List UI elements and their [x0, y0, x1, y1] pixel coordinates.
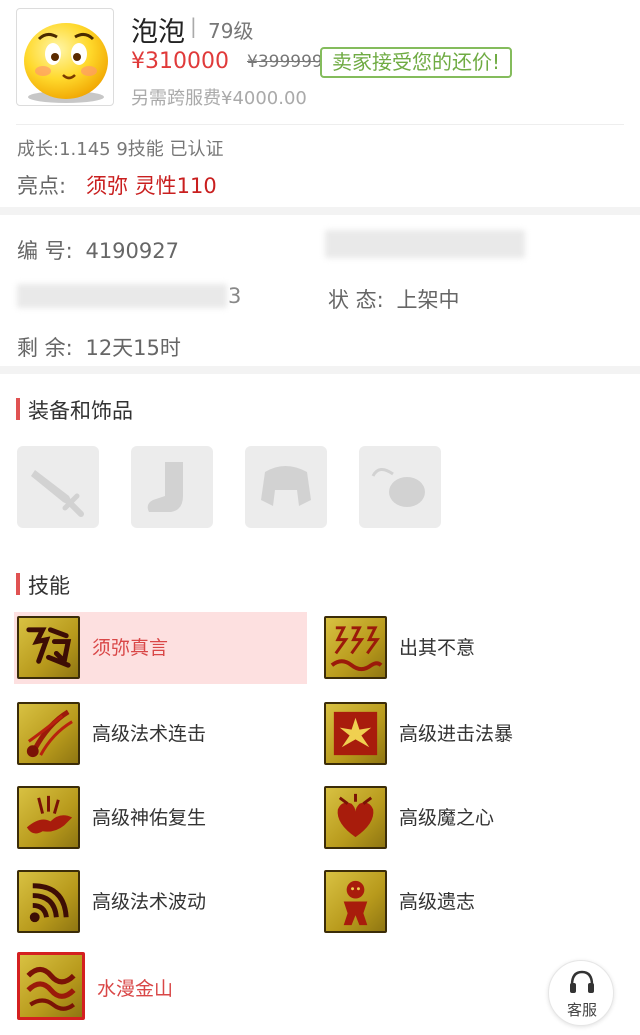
- weapon-slot[interactable]: [17, 446, 99, 528]
- accessory-slot[interactable]: [359, 446, 441, 528]
- armor-slot[interactable]: [245, 446, 327, 528]
- pet-avatar[interactable]: [16, 8, 114, 106]
- headset-icon: [570, 970, 594, 993]
- growth-info: 成长:1.145 9技能 已认证: [17, 139, 224, 160]
- boot-icon: [147, 462, 183, 512]
- counter-offer-badge[interactable]: 卖家接受您的还价!: [320, 47, 513, 78]
- redacted-tail: 3: [228, 284, 242, 308]
- listing-id-value: 4190927: [85, 239, 179, 263]
- phoenix-icon: [17, 786, 80, 849]
- skill-name: 高级神佑复生: [92, 807, 207, 829]
- status-label: 状 态:: [328, 288, 384, 312]
- water-icon: [17, 952, 85, 1020]
- skill-item[interactable]: 水漫金山: [14, 950, 304, 1020]
- current-price: ¥310000: [131, 49, 229, 74]
- remaining-value: 12天15时: [85, 336, 181, 360]
- skill-name: 高级法术波动: [92, 891, 207, 913]
- listing-status: 状 态: 上架中: [328, 284, 459, 314]
- pet-header: 泡泡 | 79级 ¥310000 ¥399999 卖家接受您的还价! 另需跨服费…: [0, 0, 640, 210]
- skill-item[interactable]: 高级进击法暴: [321, 698, 611, 768]
- remaining-label: 剩 余:: [17, 336, 73, 360]
- armor-icon: [261, 466, 311, 506]
- listing-id: 编 号: 4190927: [17, 235, 179, 265]
- emoji-face-icon: [24, 23, 108, 103]
- pet-level: 79级: [208, 19, 254, 43]
- divider: [16, 124, 624, 125]
- name-separator: |: [190, 14, 197, 38]
- redacted-field: [17, 284, 227, 308]
- lightning-icon: [324, 616, 387, 679]
- skill-name: 高级进击法暴: [399, 723, 514, 745]
- rune-icon: [17, 616, 80, 679]
- remaining-time: 剩 余: 12天15时: [17, 332, 181, 362]
- section-gap: [0, 366, 640, 374]
- original-price: ¥399999: [247, 52, 323, 72]
- comet-icon: [17, 702, 80, 765]
- skill-item[interactable]: 高级法术连击: [14, 698, 304, 768]
- boots-slot[interactable]: [131, 446, 213, 528]
- highlight-value: 须弥 灵性110: [86, 174, 217, 198]
- pet-name: 泡泡: [131, 17, 185, 48]
- status-value: 上架中: [396, 288, 460, 312]
- skills-title: 技能: [16, 570, 70, 600]
- equipment-title: 装备和饰品: [16, 395, 133, 425]
- customer-service-button[interactable]: 客服: [548, 960, 614, 1026]
- skill-name: 高级法术连击: [92, 723, 207, 745]
- listing-id-label: 编 号:: [17, 239, 73, 263]
- cross-server-fee: 另需跨服费¥4000.00: [131, 88, 307, 109]
- skill-item[interactable]: 高级法术波动: [14, 866, 304, 936]
- heart-icon: [324, 786, 387, 849]
- skill-item[interactable]: 高级遗志: [321, 866, 611, 936]
- redacted-seller: [325, 230, 525, 258]
- skill-name: 须弥真言: [92, 637, 169, 659]
- skill-name: 高级魔之心: [399, 807, 495, 829]
- skill-item[interactable]: 出其不意: [321, 612, 611, 682]
- skill-item[interactable]: 高级魔之心: [321, 782, 611, 852]
- skill-name: 出其不意: [399, 637, 476, 659]
- skill-name: 高级遗志: [399, 891, 476, 913]
- skill-item[interactable]: 高级神佑复生: [14, 782, 304, 852]
- highlight-label: 亮点:: [17, 174, 67, 198]
- amulet-icon: [371, 468, 425, 507]
- customer-service-label: 客服: [566, 1001, 597, 1019]
- burst-icon: [324, 702, 387, 765]
- section-gap: [0, 207, 640, 215]
- wave-icon: [17, 870, 80, 933]
- sword-icon: [31, 470, 84, 517]
- skill-name: 水漫金山: [97, 978, 174, 1000]
- figure-icon: [324, 870, 387, 933]
- skill-item[interactable]: 须弥真言: [14, 612, 307, 684]
